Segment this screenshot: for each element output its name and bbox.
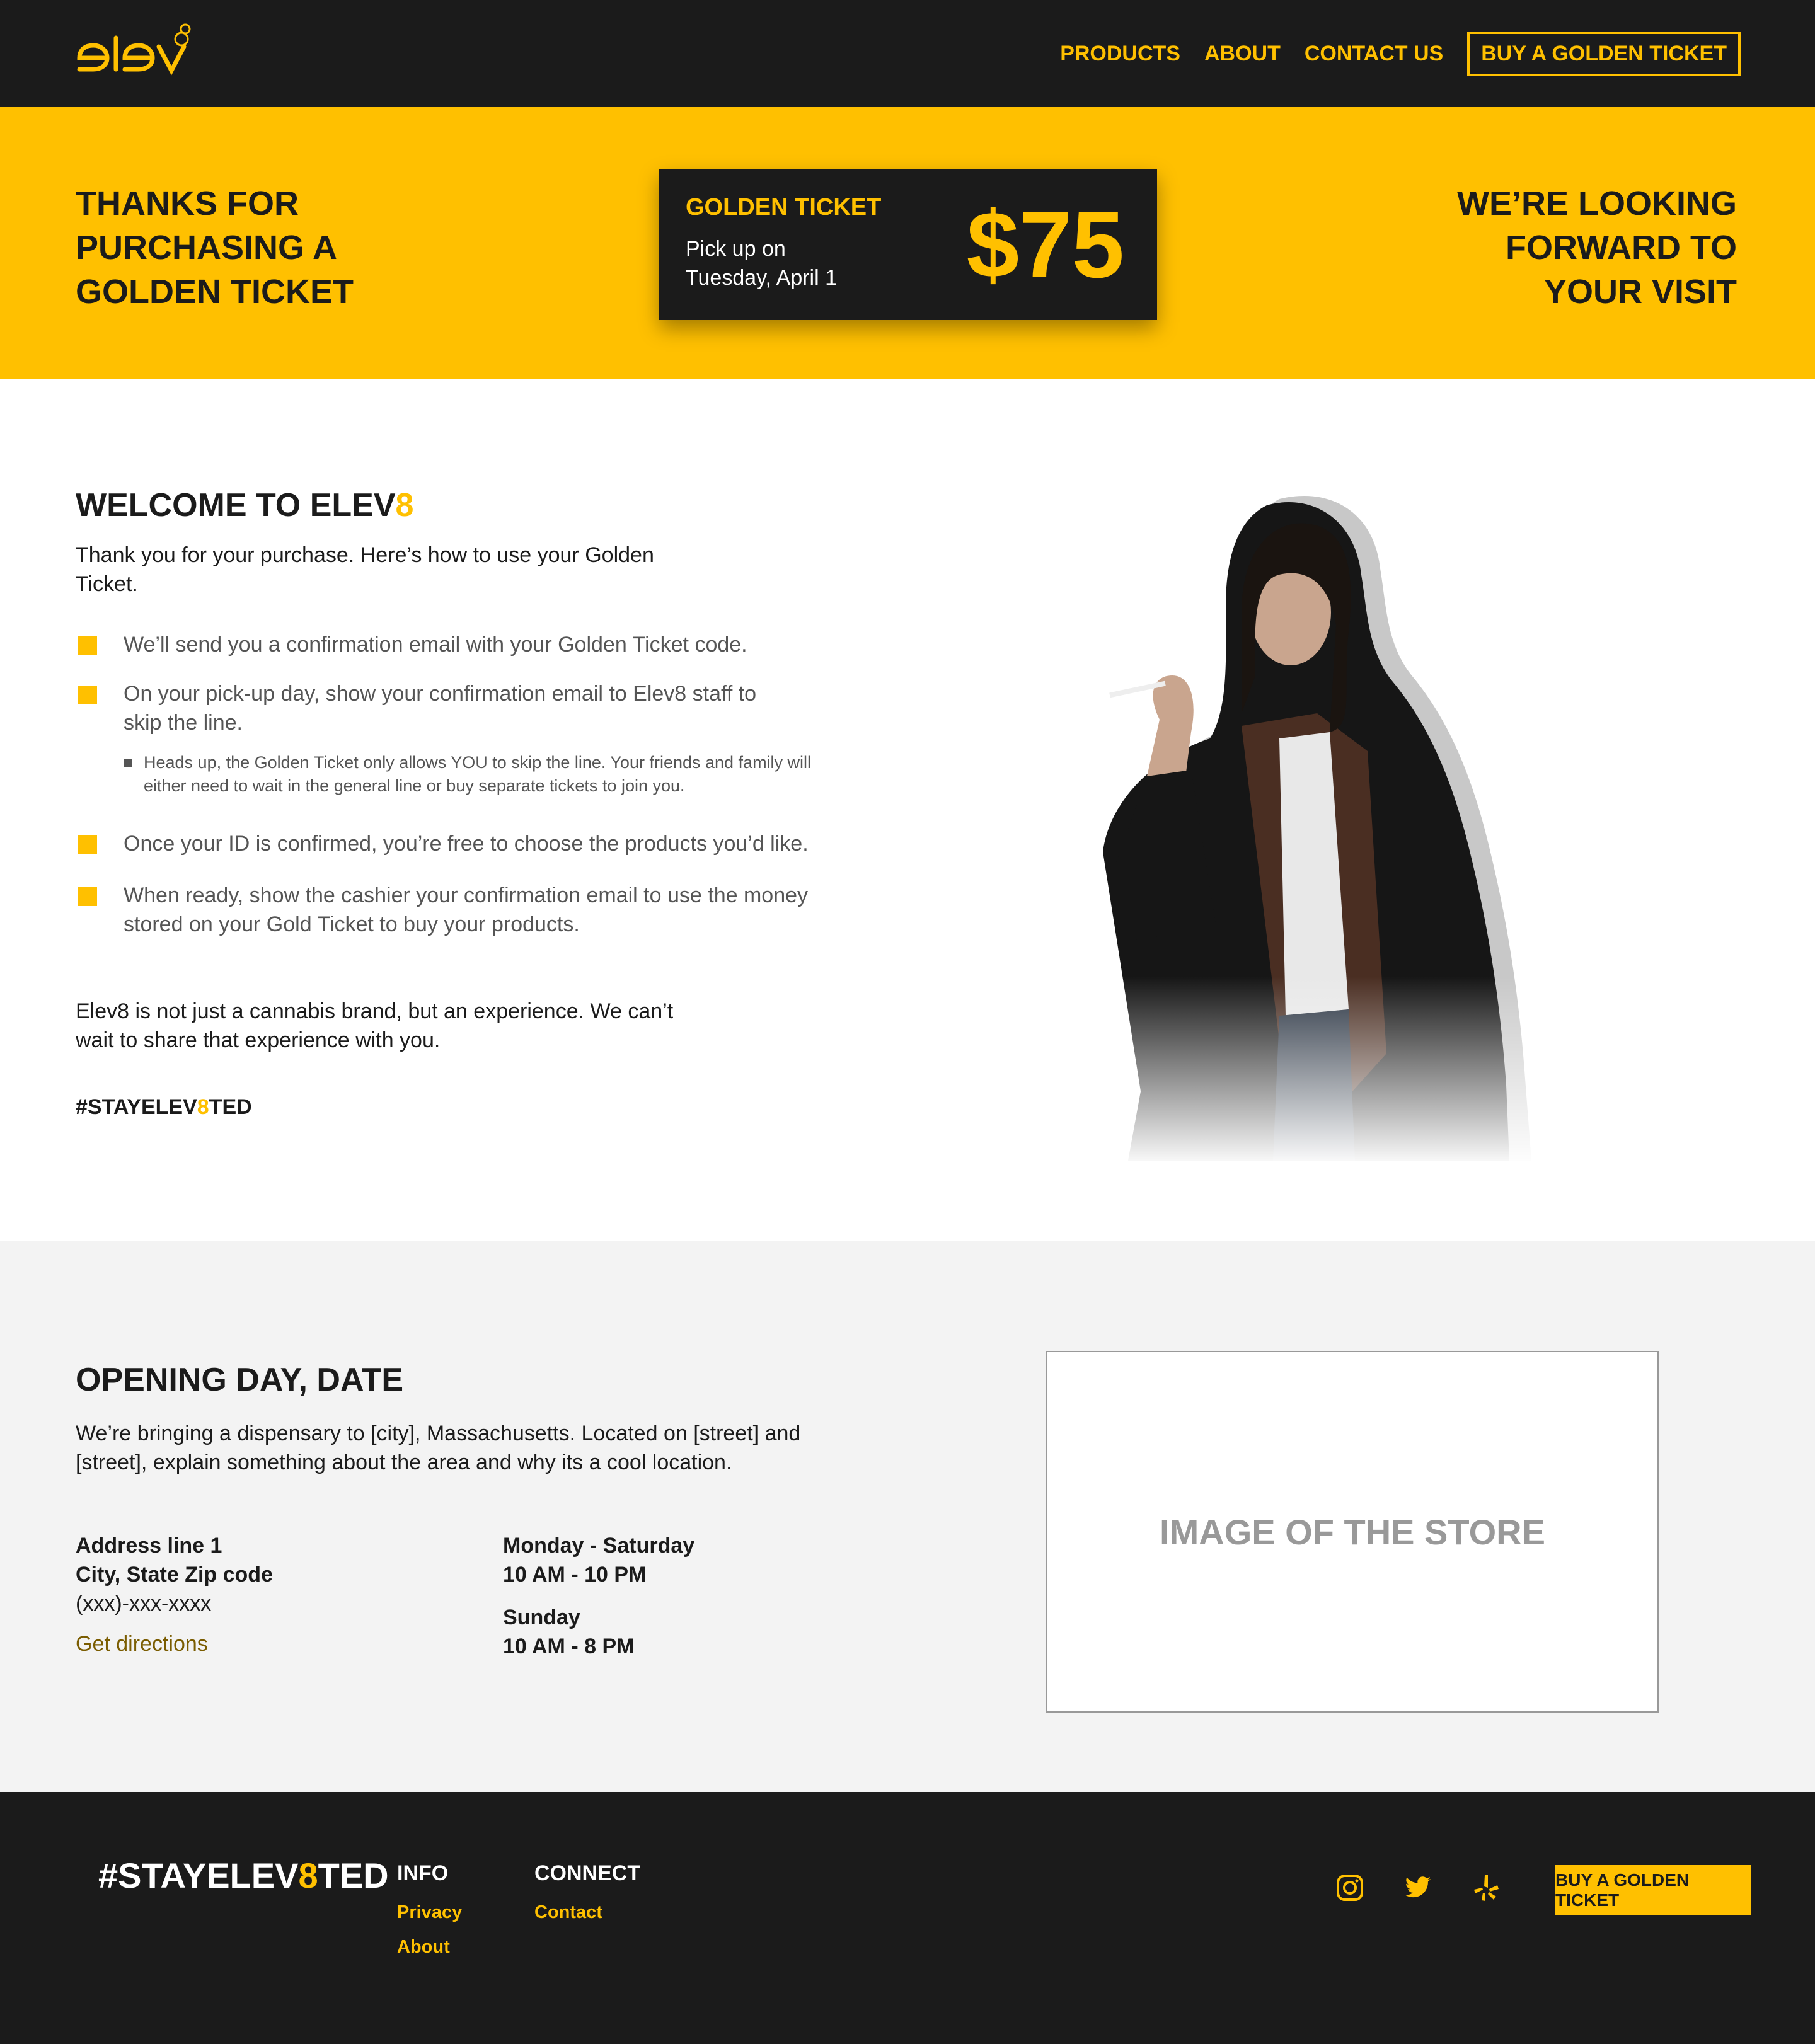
elev8-logo[interactable] [74,19,200,88]
footer-link-contact[interactable]: Contact [534,1902,640,1923]
thanks-line-1: THANKS FOR PURCHASING A [76,185,338,267]
social-icons [1335,1873,1501,1903]
ticket-title: GOLDEN TICKET [686,194,882,221]
visit-line-2: YOUR VISIT [1543,273,1737,311]
footer-buy-golden-ticket-button[interactable]: BUY A GOLDEN TICKET [1555,1865,1751,1915]
hashtag-pre: #STAYELEV [76,1095,197,1119]
footer-cta-label: BUY A GOLDEN TICKET [1555,1870,1690,1910]
step-item: We’ll send you a confirmation email with… [76,630,819,659]
bullet-square-icon [78,686,97,704]
twitter-icon[interactable] [1403,1873,1433,1903]
hours-days: Sunday [503,1605,580,1629]
golden-ticket-card: GOLDEN TICKET Pick up on Tuesday, April … [659,169,1157,320]
site-header: PRODUCTS ABOUT CONTACT US BUY A GOLDEN T… [0,0,1815,107]
hashtag: #STAYELEV8TED [76,1095,252,1120]
step-text: We’ll send you a confirmation email with… [124,633,747,657]
step-item: When ready, show the cashier your confir… [76,881,819,939]
step-text: Once your ID is confirmed, you’re free t… [124,832,809,856]
instagram-icon[interactable] [1335,1873,1365,1903]
visit-heading: WE’RE LOOKING FORWARD TO YOUR VISIT [1334,181,1737,314]
hashtag-post: TED [209,1095,252,1119]
store-hours: Monday - Saturday 10 AM - 10 PM Sunday 1… [503,1531,694,1661]
footer-link-about[interactable]: About [397,1937,462,1958]
site-footer: #STAYELEV8TED INFO Privacy About CONNECT… [0,1792,1815,2044]
footer-hashtag-post: TED [318,1856,389,1895]
hashtag-accent: 8 [197,1095,209,1119]
opening-section: OPENING DAY, DATE We’re bringing a dispe… [0,1241,1815,1792]
welcome-title: WELCOME TO ELEV8 [76,486,413,524]
opening-title: OPENING DAY, DATE [76,1362,404,1398]
sub-note: Heads up, the Golden Ticket only allows … [124,751,819,798]
hours-time: 10 AM - 8 PM [503,1634,635,1658]
address-city: City, State Zip code [76,1563,273,1587]
address-line: Address line 1 [76,1534,222,1558]
footer-hashtag-accent: 8 [298,1856,318,1895]
hours-time: 10 AM - 10 PM [503,1563,647,1587]
visit-line-1: WE’RE LOOKING FORWARD TO [1457,185,1737,267]
welcome-title-accent: 8 [395,487,414,524]
main-nav: PRODUCTS ABOUT CONTACT US BUY A GOLDEN T… [1060,31,1741,76]
bullet-small-icon [124,759,132,767]
yelp-icon[interactable] [1471,1873,1501,1903]
welcome-intro: Thank you for your purchase. Here’s how … [76,543,654,596]
get-directions-link[interactable]: Get directions [76,1632,208,1656]
hero-person-photo [1090,486,1582,1167]
welcome-title-text: WELCOME TO ELEV [76,487,396,524]
thanks-line-2: GOLDEN TICKET [76,273,354,311]
store-image-label: IMAGE OF THE STORE [1160,1512,1545,1552]
bullet-square-icon [78,835,97,854]
nav-contact-us[interactable]: CONTACT US [1305,42,1443,66]
pickup-date: Tuesday, April 1 [686,266,838,290]
ticket-pickup: Pick up on Tuesday, April 1 [686,234,894,292]
steps-list: We’ll send you a confirmation email with… [76,630,819,959]
confirmation-banner: THANKS FOR PURCHASING A GOLDEN TICKET GO… [0,107,1815,379]
store-address: Address line 1 City, State Zip code (xxx… [76,1531,273,1618]
footer-hashtag: #STAYELEV8TED [98,1855,389,1896]
thanks-heading: THANKS FOR PURCHASING A GOLDEN TICKET [76,181,504,314]
footer-link-privacy[interactable]: Privacy [397,1902,462,1923]
step-text: On your pick-up day, show your confirmat… [124,682,757,735]
step-item: Once your ID is confirmed, you’re free t… [76,829,819,858]
footer-hashtag-pre: #STAYELEV [98,1856,299,1895]
welcome-outro: Elev8 is not just a cannabis brand, but … [76,999,674,1052]
footer-connect-title: CONNECT [534,1861,641,1885]
footer-info-column: INFO Privacy About [397,1861,462,1972]
pickup-label: Pick up on [686,237,786,261]
sub-note-text: Heads up, the Golden Ticket only allows … [144,753,812,795]
ticket-price: $75 [966,192,1124,297]
footer-connect-column: CONNECT Contact [534,1861,640,1937]
bullet-square-icon [78,636,97,655]
nav-products[interactable]: PRODUCTS [1060,42,1180,66]
store-image-placeholder: IMAGE OF THE STORE [1046,1351,1659,1713]
phone-number: (xxx)-xxx-xxxx [76,1592,212,1616]
opening-description: We’re bringing a dispensary to [city], M… [76,1421,801,1474]
welcome-section: WELCOME TO ELEV8 Thank you for your purc… [0,379,1815,1241]
step-text: When ready, show the cashier your confir… [124,883,809,936]
nav-about[interactable]: ABOUT [1204,42,1281,66]
buy-golden-ticket-button[interactable]: BUY A GOLDEN TICKET [1467,31,1741,76]
footer-info-title: INFO [397,1861,449,1885]
bullet-square-icon [78,887,97,906]
hours-days: Monday - Saturday [503,1534,695,1558]
step-item: On your pick-up day, show your confirmat… [76,679,819,798]
